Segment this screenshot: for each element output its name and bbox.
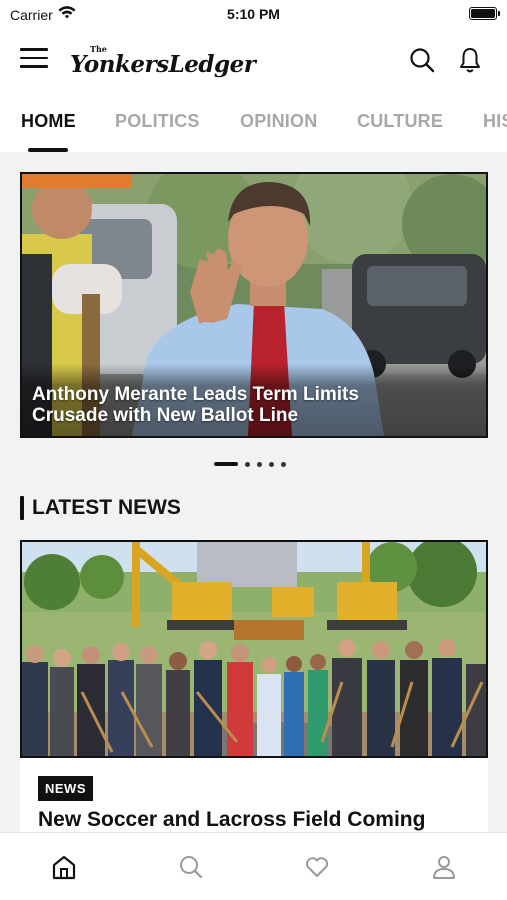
category-tabs: HOME POLITICS OPINION CULTURE HIS	[0, 94, 507, 152]
hero-headline[interactable]: Anthony Merante Leads Term Limits Crusad…	[32, 384, 426, 426]
groundbreaking-photo	[22, 542, 486, 756]
carousel-dot[interactable]	[269, 461, 274, 467]
status-time: 5:10 PM	[227, 6, 280, 22]
category-badge[interactable]: NEWS	[38, 776, 93, 801]
home-icon[interactable]	[50, 853, 78, 881]
hero-story-card[interactable]: Anthony Merante Leads Term Limits Crusad…	[20, 172, 488, 438]
tab-history[interactable]: HIS	[483, 111, 507, 132]
hamburger-menu-icon[interactable]	[20, 48, 48, 72]
latest-news-header: LATEST NEWS	[20, 496, 181, 520]
app-header: The YonkersLedger	[0, 28, 507, 94]
carousel-pagination	[214, 461, 286, 467]
bottom-tab-bar	[0, 832, 507, 900]
section-title: LATEST NEWS	[32, 496, 181, 519]
logo-text: YonkersLedger	[70, 51, 256, 78]
news-card-headline[interactable]: New Soccer and Lacross Field Coming	[38, 808, 478, 832]
battery-full-icon	[469, 7, 500, 20]
bell-icon[interactable]	[456, 46, 484, 74]
home-feed[interactable]: Anthony Merante Leads Term Limits Crusad…	[0, 152, 507, 832]
tab-culture[interactable]: CULTURE	[357, 111, 443, 132]
search-icon[interactable]	[177, 853, 205, 881]
tab-politics[interactable]: POLITICS	[115, 111, 200, 132]
tab-opinion[interactable]: OPINION	[240, 111, 317, 132]
status-bar: Carrier 5:10 PM	[0, 0, 507, 28]
news-card-image	[20, 540, 488, 758]
carousel-dot[interactable]	[257, 461, 262, 467]
search-icon[interactable]	[408, 46, 436, 74]
section-accent-bar	[20, 496, 24, 520]
carousel-dot[interactable]	[245, 461, 250, 467]
profile-icon[interactable]	[430, 853, 458, 881]
news-card[interactable]: NEWS New Soccer and Lacross Field Coming	[20, 540, 488, 832]
carousel-dot-active[interactable]	[214, 462, 238, 466]
heart-icon[interactable]	[303, 853, 331, 881]
carousel-dot[interactable]	[281, 461, 286, 467]
tab-home[interactable]: HOME	[21, 111, 76, 132]
